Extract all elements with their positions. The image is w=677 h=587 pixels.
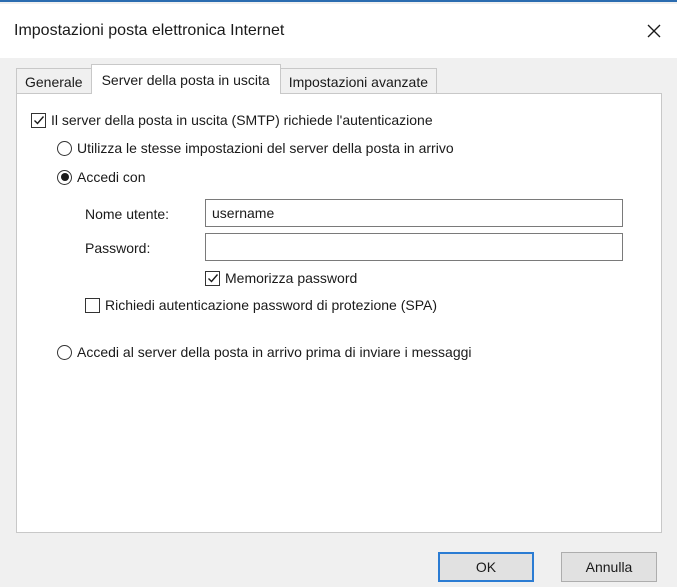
tab-label: Generale xyxy=(25,73,83,90)
login-with-label: Accedi con xyxy=(77,169,146,185)
smtp-auth-option[interactable]: Il server della posta in uscita (SMTP) r… xyxy=(31,112,433,128)
close-icon xyxy=(647,24,661,38)
tab-general[interactable]: Generale xyxy=(16,68,92,94)
tab-advanced[interactable]: Impostazioni avanzate xyxy=(279,68,437,94)
smtp-auth-label: Il server della posta in uscita (SMTP) r… xyxy=(51,112,433,128)
dialog-window: Impostazioni posta elettronica Internet … xyxy=(0,0,677,587)
remember-password-label: Memorizza password xyxy=(225,270,358,286)
tab-outgoing-server[interactable]: Server della posta in uscita xyxy=(90,64,281,94)
login-incoming-first-radio[interactable] xyxy=(57,344,72,360)
login-with-option[interactable]: Accedi con xyxy=(57,169,145,185)
ok-button[interactable]: OK xyxy=(438,552,534,582)
tab-label: Server della posta in uscita xyxy=(101,71,270,88)
username-field[interactable] xyxy=(205,199,623,227)
title-bar: Impostazioni posta elettronica Internet xyxy=(0,4,677,58)
radio-selected-dot xyxy=(60,173,69,181)
remember-password-option[interactable]: Memorizza password xyxy=(205,270,357,286)
password-field[interactable] xyxy=(205,233,623,261)
use-same-settings-option[interactable]: Utilizza le stesse impostazioni del serv… xyxy=(57,140,454,156)
close-button[interactable] xyxy=(631,4,677,58)
password-label: Password: xyxy=(85,240,151,256)
spa-checkbox[interactable] xyxy=(85,297,100,313)
tab-panel-outgoing: Il server della posta in uscita (SMTP) r… xyxy=(16,93,662,533)
spa-label: Richiedi autenticazione password di prot… xyxy=(105,297,438,313)
tab-label: Impostazioni avanzate xyxy=(288,73,428,90)
username-label: Nome utente: xyxy=(85,206,170,222)
remember-password-checkbox[interactable] xyxy=(205,270,220,286)
login-with-radio[interactable] xyxy=(57,169,72,185)
dialog-title: Impostazioni posta elettronica Internet xyxy=(14,22,285,39)
smtp-auth-checkbox[interactable] xyxy=(31,112,46,128)
use-same-settings-radio[interactable] xyxy=(57,140,72,156)
checkmark-icon xyxy=(33,116,44,125)
cancel-button[interactable]: Annulla xyxy=(561,552,657,582)
spa-option[interactable]: Richiedi autenticazione password di prot… xyxy=(85,297,437,313)
login-incoming-first-label: Accedi al server della posta in arrivo p… xyxy=(77,344,472,360)
use-same-settings-label: Utilizza le stesse impostazioni del serv… xyxy=(77,140,454,156)
tab-strip: Generale Server della posta in uscita Im… xyxy=(16,64,437,94)
login-incoming-first-option[interactable]: Accedi al server della posta in arrivo p… xyxy=(57,344,472,360)
checkmark-icon xyxy=(207,274,218,283)
